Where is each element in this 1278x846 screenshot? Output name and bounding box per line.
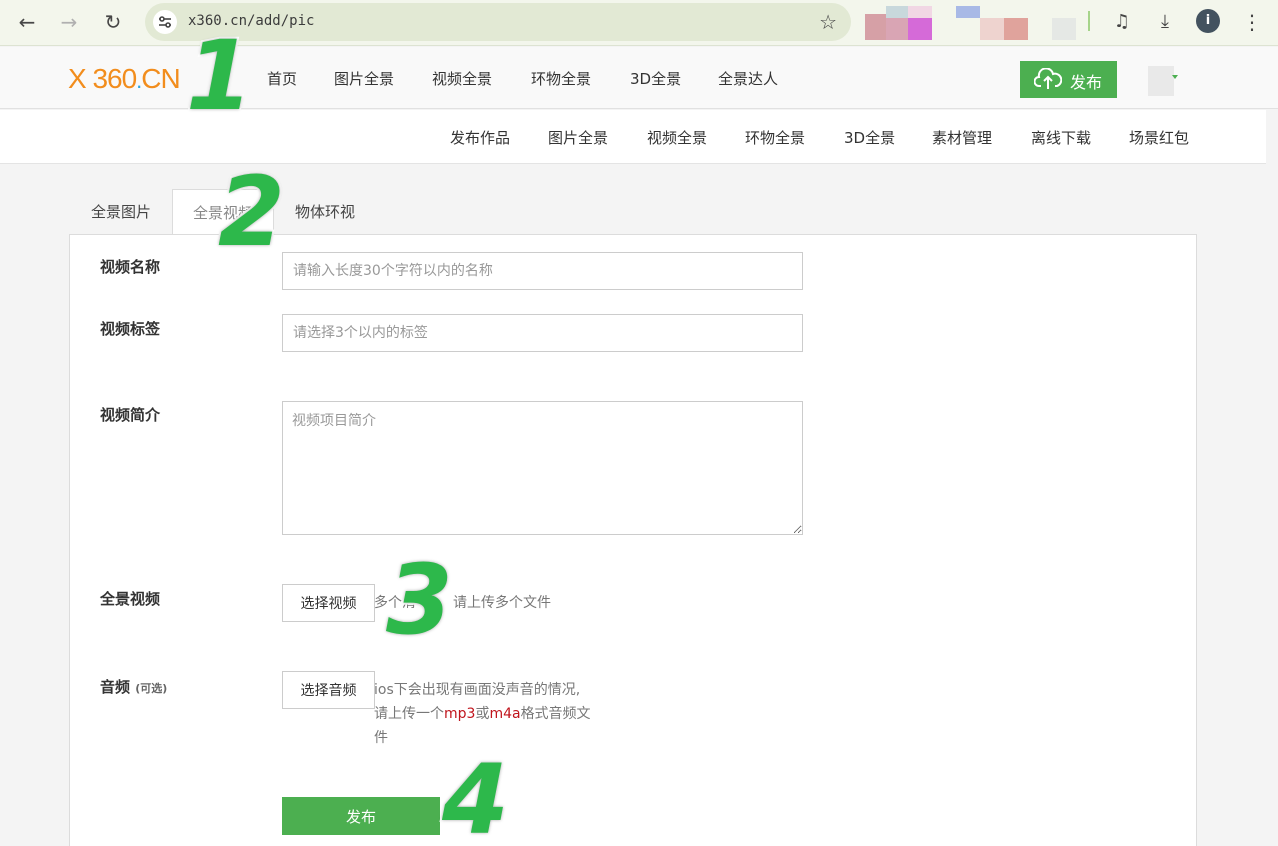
profile-avatar[interactable]: i (1196, 9, 1220, 33)
video-intro-label: 视频简介 (100, 406, 161, 424)
audio-hint-or: 或 (475, 706, 490, 722)
bookmark-star-icon[interactable]: ☆ (819, 9, 837, 35)
sub-nav-object[interactable]: 环物全景 (745, 127, 805, 148)
site-info-icon[interactable] (153, 10, 177, 34)
user-avatar[interactable] (1148, 66, 1174, 96)
audio-format-m4a: m4a (489, 706, 521, 722)
video-hint-part-b: 请上传多个文件 (453, 595, 551, 611)
back-icon[interactable]: ← (12, 7, 42, 37)
sub-nav-video[interactable]: 视频全景 (647, 127, 707, 148)
download-icon[interactable]: ⤓ (1151, 8, 1179, 36)
menu-kebab-icon[interactable]: ⋮ (1238, 8, 1266, 36)
video-tags-label: 视频标签 (100, 320, 161, 338)
logo-suffix: CN (141, 63, 180, 94)
video-name-label: 视频名称 (100, 258, 161, 276)
step-marker-4: 4 (440, 744, 511, 846)
audio-label: 音频 (可选) (100, 676, 167, 697)
main-nav-experts[interactable]: 全景达人 (718, 68, 778, 89)
main-nav-3d[interactable]: 3D全景 (630, 68, 681, 89)
sub-nav-3d[interactable]: 3D全景 (844, 127, 895, 148)
step-marker-3: 3 (384, 544, 455, 656)
audio-hint-format: 格式音频文 (520, 706, 591, 722)
toolbar-divider (1088, 11, 1090, 31)
choose-audio-button[interactable]: 选择音频 (282, 671, 375, 709)
main-nav-video[interactable]: 视频全景 (432, 68, 492, 89)
main-nav-image[interactable]: 图片全景 (334, 68, 394, 89)
forward-icon[interactable]: → (54, 7, 84, 37)
sub-nav-redpacket[interactable]: 场景红包 (1129, 127, 1189, 148)
site-logo[interactable]: X 360.CN (68, 59, 181, 99)
header-publish-button[interactable]: 发布 (1020, 61, 1117, 98)
reload-icon[interactable]: ↻ (98, 7, 128, 37)
user-menu-caret-icon[interactable] (1172, 75, 1178, 79)
main-nav-home[interactable]: 首页 (267, 68, 297, 89)
sub-nav-publish[interactable]: 发布作品 (450, 127, 510, 148)
audio-optional-tag: (可选) (135, 682, 168, 695)
media-control-icon[interactable]: ♫ (1108, 8, 1136, 36)
step-marker-1: 1 (184, 20, 255, 132)
submit-publish-button[interactable]: 发布 (282, 797, 440, 835)
tab-object-view[interactable]: 物体环视 (274, 189, 376, 235)
tab-panorama-image[interactable]: 全景图片 (70, 189, 172, 235)
video-tags-input[interactable] (282, 314, 803, 352)
panorama-video-label: 全景视频 (100, 590, 161, 608)
sub-nav-offline[interactable]: 离线下载 (1031, 127, 1091, 148)
header-publish-label: 发布 (1070, 73, 1103, 92)
main-nav-object[interactable]: 环物全景 (531, 68, 591, 89)
sub-nav-image[interactable]: 图片全景 (548, 127, 608, 148)
extension-icons[interactable] (864, 4, 1080, 42)
audio-hint: ios下会出现有画面没声音的情况, 请上传一个mp3或m4a格式音频文 件 (374, 678, 624, 750)
video-name-input[interactable] (282, 252, 803, 290)
audio-hint-line-1: ios下会出现有画面没声音的情况, (374, 682, 581, 698)
cloud-upload-icon (1034, 68, 1062, 89)
video-intro-textarea[interactable] (282, 401, 803, 535)
audio-label-text: 音频 (100, 678, 131, 696)
logo-text: X 360 (68, 63, 137, 94)
audio-format-mp3: mp3 (444, 706, 476, 722)
choose-video-button[interactable]: 选择视频 (282, 584, 375, 622)
step-marker-2: 2 (216, 156, 287, 268)
sub-nav-materials[interactable]: 素材管理 (932, 127, 992, 148)
audio-hint-line-2: 请上传一个mp3或m4a格式音频文 (374, 702, 624, 726)
audio-hint-upload: 请上传一个 (374, 706, 444, 722)
video-upload-form: 视频名称 视频标签 视频简介 全景视频 选择视频 多个清请上传多个文件 音频 (… (69, 234, 1197, 846)
